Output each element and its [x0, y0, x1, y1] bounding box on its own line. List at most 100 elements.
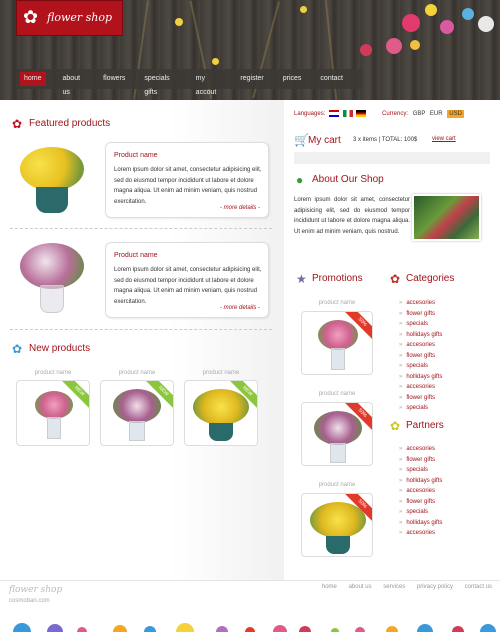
flag-germany-icon[interactable]: [356, 110, 367, 117]
new-product-label[interactable]: product name: [16, 370, 90, 376]
more-details-link[interactable]: - more details -: [220, 205, 260, 211]
footer-link-about[interactable]: about us: [349, 584, 372, 590]
partner-item[interactable]: » flower gifts: [399, 455, 442, 466]
flower-decoration: [386, 38, 402, 54]
vase-shape: [209, 423, 233, 441]
product-name[interactable]: Product name: [114, 252, 158, 259]
partner-item[interactable]: » hollidays gifts: [399, 476, 442, 487]
new-product-label[interactable]: product name: [184, 370, 258, 376]
more-details-link[interactable]: - more details -: [220, 305, 260, 311]
product-name[interactable]: Product name: [114, 152, 158, 159]
flower-icon: ✿: [12, 117, 23, 131]
new-product-card[interactable]: NEW: [184, 380, 258, 446]
promo-card[interactable]: 50%: [301, 402, 373, 466]
category-item[interactable]: » accesories: [399, 340, 442, 351]
flower-decoration: [360, 44, 372, 56]
arrow-icon: »: [399, 467, 403, 473]
product-image[interactable]: [14, 241, 90, 317]
view-cart-link[interactable]: view cart: [432, 136, 456, 142]
new-product-card[interactable]: NEW: [100, 380, 174, 446]
nav-flowers[interactable]: flowers: [103, 72, 125, 86]
currency-label: Currency:: [382, 111, 409, 117]
logo-flower-icon: ✿: [23, 7, 39, 27]
partners-list: » accesories » flower gifts » specials » hol…: [399, 444, 442, 539]
nav-specials-gifts[interactable]: specials gifts: [144, 72, 176, 96]
category-item[interactable]: » hollidays gifts: [399, 330, 442, 341]
footer-link-contact[interactable]: contact us: [465, 584, 492, 590]
blue-flower-icon: ✿: [12, 342, 23, 356]
promo-label[interactable]: product name: [301, 482, 373, 488]
cart-bar: [294, 152, 490, 164]
partner-item[interactable]: » hollidays gifts: [399, 518, 442, 529]
flower-decoration: [300, 6, 307, 13]
nav-prices[interactable]: prices: [283, 72, 302, 86]
category-item[interactable]: » accesories: [399, 382, 442, 393]
partner-item[interactable]: » flower gifts: [399, 497, 442, 508]
vase-shape: [47, 417, 61, 439]
vase-shape: [129, 421, 145, 441]
logo-text: flower shop: [47, 11, 113, 24]
category-item[interactable]: » specials: [399, 403, 442, 414]
logo[interactable]: ✿ flower shop: [16, 0, 123, 36]
partner-item[interactable]: » accesories: [399, 444, 442, 455]
partner-item[interactable]: » specials: [399, 507, 442, 518]
promo-label[interactable]: product name: [301, 391, 373, 397]
partner-item[interactable]: » accesories: [399, 486, 442, 497]
category-item[interactable]: » specials: [399, 319, 442, 330]
flower-decoration: [425, 4, 437, 16]
promo-card[interactable]: 50%: [301, 311, 373, 375]
divider: [10, 329, 272, 330]
currency-usd[interactable]: USD: [447, 110, 464, 118]
footer-link-home[interactable]: home: [322, 584, 337, 590]
flag-uk-icon[interactable]: [329, 110, 340, 117]
new-product-label[interactable]: product name: [100, 370, 174, 376]
cart-title: My cart: [308, 135, 341, 146]
product-card: Product name Lorem ipsum dolor sit amet,…: [105, 142, 269, 218]
footer-link-services[interactable]: services: [383, 584, 405, 590]
arrow-icon: »: [399, 384, 403, 390]
category-item[interactable]: » flower gifts: [399, 351, 442, 362]
bouquet-shape: [113, 389, 161, 423]
arrow-icon: »: [399, 310, 403, 317]
about-title: About Our Shop: [312, 174, 384, 185]
partner-item[interactable]: » accesories: [399, 528, 442, 539]
category-item[interactable]: » hollidays gifts: [399, 372, 442, 383]
footer-links: home about us services privacy policy co…: [312, 584, 492, 590]
arrow-icon: »: [399, 331, 403, 338]
category-item[interactable]: » flower gifts: [399, 309, 442, 320]
footer-link-privacy[interactable]: privacy policy: [417, 584, 453, 590]
cart-info: 3 x items | TOTAL: 100$: [353, 137, 418, 143]
vase-shape: [326, 536, 350, 554]
partner-item[interactable]: » specials: [399, 465, 442, 476]
category-item[interactable]: » accesories: [399, 298, 442, 309]
flower-decoration: [175, 18, 183, 26]
category-item[interactable]: » flower gifts: [399, 393, 442, 404]
category-item[interactable]: » specials: [399, 361, 442, 372]
promotions-title: Promotions: [312, 273, 363, 284]
product-card: Product name Lorem ipsum dolor sit amet,…: [105, 242, 269, 318]
promo-label[interactable]: product name: [301, 300, 373, 306]
arrow-icon: »: [399, 530, 403, 536]
languages-selector: Languages:: [294, 110, 367, 117]
promo-card[interactable]: 50%: [301, 493, 373, 557]
flag-italy-icon[interactable]: [342, 110, 353, 117]
partners-title: Partners: [406, 420, 444, 431]
arrow-icon: »: [399, 509, 403, 515]
shop-photo: [412, 194, 481, 241]
nav-my-account[interactable]: my accout: [196, 72, 222, 96]
nav-home[interactable]: home: [20, 72, 46, 86]
arrow-icon: »: [399, 488, 403, 494]
footer-copyright: cosmoban.com: [9, 598, 50, 604]
currency-gbp[interactable]: GBP: [413, 111, 426, 117]
arrow-icon: »: [399, 342, 403, 348]
currency-eur[interactable]: EUR: [430, 111, 443, 117]
new-product-card[interactable]: NEW: [16, 380, 90, 446]
nav-register[interactable]: register: [240, 72, 263, 86]
footer-flowers-decoration: [13, 623, 496, 632]
nav-contact[interactable]: contact: [320, 72, 343, 86]
header: ✿ flower shop home about us flowers spec…: [0, 0, 500, 100]
arrow-icon: »: [399, 300, 403, 306]
bouquet-shape: [20, 243, 84, 289]
nav-about-us[interactable]: about us: [63, 72, 85, 96]
product-image[interactable]: [12, 143, 92, 218]
